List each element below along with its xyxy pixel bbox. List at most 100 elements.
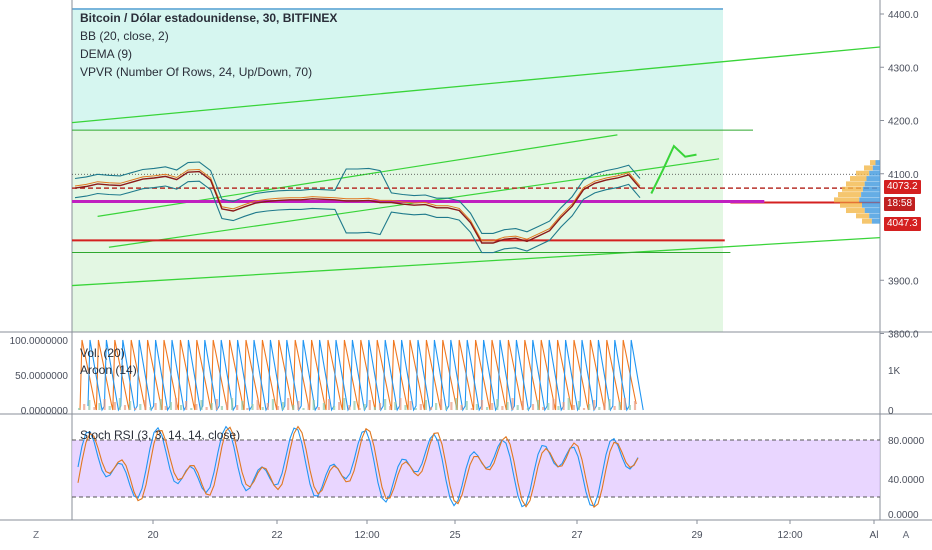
volume-bar xyxy=(572,405,575,410)
vpvr-bar-down xyxy=(872,165,880,171)
volume-bar xyxy=(348,405,351,410)
volume-bar xyxy=(475,404,478,410)
auto-scale-button[interactable]: A xyxy=(898,528,914,544)
volume-bar xyxy=(491,403,494,410)
stoch-tick-label: 80.0000 xyxy=(888,436,925,447)
volume-right-tick: 0 xyxy=(888,406,894,417)
volume-bar xyxy=(516,405,519,410)
vpvr-bar-up xyxy=(834,197,860,203)
volume-bar xyxy=(608,399,611,410)
volume-bar xyxy=(582,408,586,410)
volume-bar xyxy=(633,401,637,410)
volume-bar xyxy=(149,407,152,410)
vpvr-bar-down xyxy=(862,202,880,208)
stoch-tick-label: 40.0000 xyxy=(888,475,925,486)
volume-bar xyxy=(424,400,427,410)
volume-bar xyxy=(317,407,320,410)
volume-bar xyxy=(450,402,453,410)
volume-bar xyxy=(200,400,203,410)
volume-bar xyxy=(123,405,127,410)
volume-bar xyxy=(241,401,244,410)
volume-bar xyxy=(297,401,300,410)
volume-bar xyxy=(195,404,198,410)
volume-bar xyxy=(333,406,336,410)
volume-bar xyxy=(506,402,509,410)
volume-bar xyxy=(225,402,229,410)
price-badge-lower: 4047.3 xyxy=(884,217,921,231)
legend-bb[interactable]: BB (20, close, 2) xyxy=(80,29,169,43)
volume-bar xyxy=(598,407,601,410)
vpvr-bar-up xyxy=(846,208,865,214)
volume-bar xyxy=(210,403,213,410)
zoom-toggle-button[interactable]: Z xyxy=(28,528,44,544)
vpvr-bar-up xyxy=(846,181,865,187)
stoch-tick-label: 0.0000 xyxy=(888,510,919,521)
legend-aroon[interactable]: Aroon (14) xyxy=(80,363,137,377)
vpvr-bar-down xyxy=(869,213,880,219)
volume-bar xyxy=(215,399,218,410)
volume-bar xyxy=(236,405,239,410)
volume-bar xyxy=(103,399,106,410)
vpvr-bar-up xyxy=(856,213,870,219)
volume-bar xyxy=(480,400,484,410)
volume-bar xyxy=(501,406,504,410)
volume-bar xyxy=(164,406,167,410)
volume-bar xyxy=(521,401,524,410)
vpvr-bar-down xyxy=(864,181,880,187)
volume-bar xyxy=(343,398,346,410)
volume-bar xyxy=(542,407,545,410)
time-tick-label: 25 xyxy=(449,530,461,541)
volume-bar xyxy=(557,406,560,410)
volume-bar xyxy=(378,403,382,410)
vpvr-bar-down xyxy=(862,186,880,192)
volume-bar xyxy=(271,399,274,410)
volume-bar xyxy=(465,401,468,410)
volume-bar xyxy=(547,403,550,410)
volume-bar xyxy=(276,406,280,410)
vpvr-bar-up xyxy=(862,218,872,224)
chart-canvas[interactable]: 4400.04300.04200.04100.03900.03800.0100.… xyxy=(0,0,932,550)
volume-bar xyxy=(373,407,376,410)
legend-dema[interactable]: DEMA (9) xyxy=(80,47,132,61)
volume-bar xyxy=(266,403,269,410)
volume-bar xyxy=(144,400,147,410)
volume-bar xyxy=(511,398,514,410)
volume-bar xyxy=(455,398,458,410)
volume-bar xyxy=(460,405,463,410)
volume-bar xyxy=(154,403,157,410)
vpvr-bar-down xyxy=(871,218,880,224)
volume-bar xyxy=(394,402,397,410)
vpvr-bar-up xyxy=(864,165,873,171)
volume-bar xyxy=(322,403,325,410)
volume-bar xyxy=(282,402,285,410)
price-tick-label: 4300.0 xyxy=(888,63,919,74)
legend-volume[interactable]: Vol. (20) xyxy=(80,346,125,360)
volume-bar xyxy=(537,400,540,410)
volume-bar xyxy=(180,405,183,410)
volume-bar xyxy=(246,408,249,410)
volume-bar xyxy=(429,407,433,410)
vpvr-bar-down xyxy=(859,197,880,203)
volume-bar xyxy=(435,403,438,410)
volume-bar xyxy=(603,403,606,410)
countdown-badge: 18:58 xyxy=(884,197,916,211)
vpvr-bar-up xyxy=(840,202,862,208)
legend-vpvr[interactable]: VPVR (Number Of Rows, 24, Up/Down, 70) xyxy=(80,65,312,79)
volume-bar xyxy=(613,406,616,410)
time-tick-label: 12:00 xyxy=(777,530,802,541)
vpvr-bar-down xyxy=(869,170,880,176)
volume-bar xyxy=(618,402,621,410)
price-tick-label: 3800.0 xyxy=(888,330,919,341)
time-tick-label: 22 xyxy=(271,530,283,541)
legend-stoch-rsi[interactable]: Stoch RSI (3, 3, 14, 14, close) xyxy=(80,428,240,442)
volume-bar xyxy=(567,398,570,410)
volume-bar xyxy=(526,408,529,410)
volume-bar xyxy=(409,401,412,410)
volume-bar xyxy=(292,405,295,410)
volume-bar xyxy=(368,400,371,410)
volume-bar xyxy=(307,404,310,410)
volume-bar xyxy=(231,398,234,410)
vpvr-bar-down xyxy=(864,208,880,214)
volume-bar xyxy=(470,408,473,410)
volume-right-tick: 1K xyxy=(888,366,901,377)
